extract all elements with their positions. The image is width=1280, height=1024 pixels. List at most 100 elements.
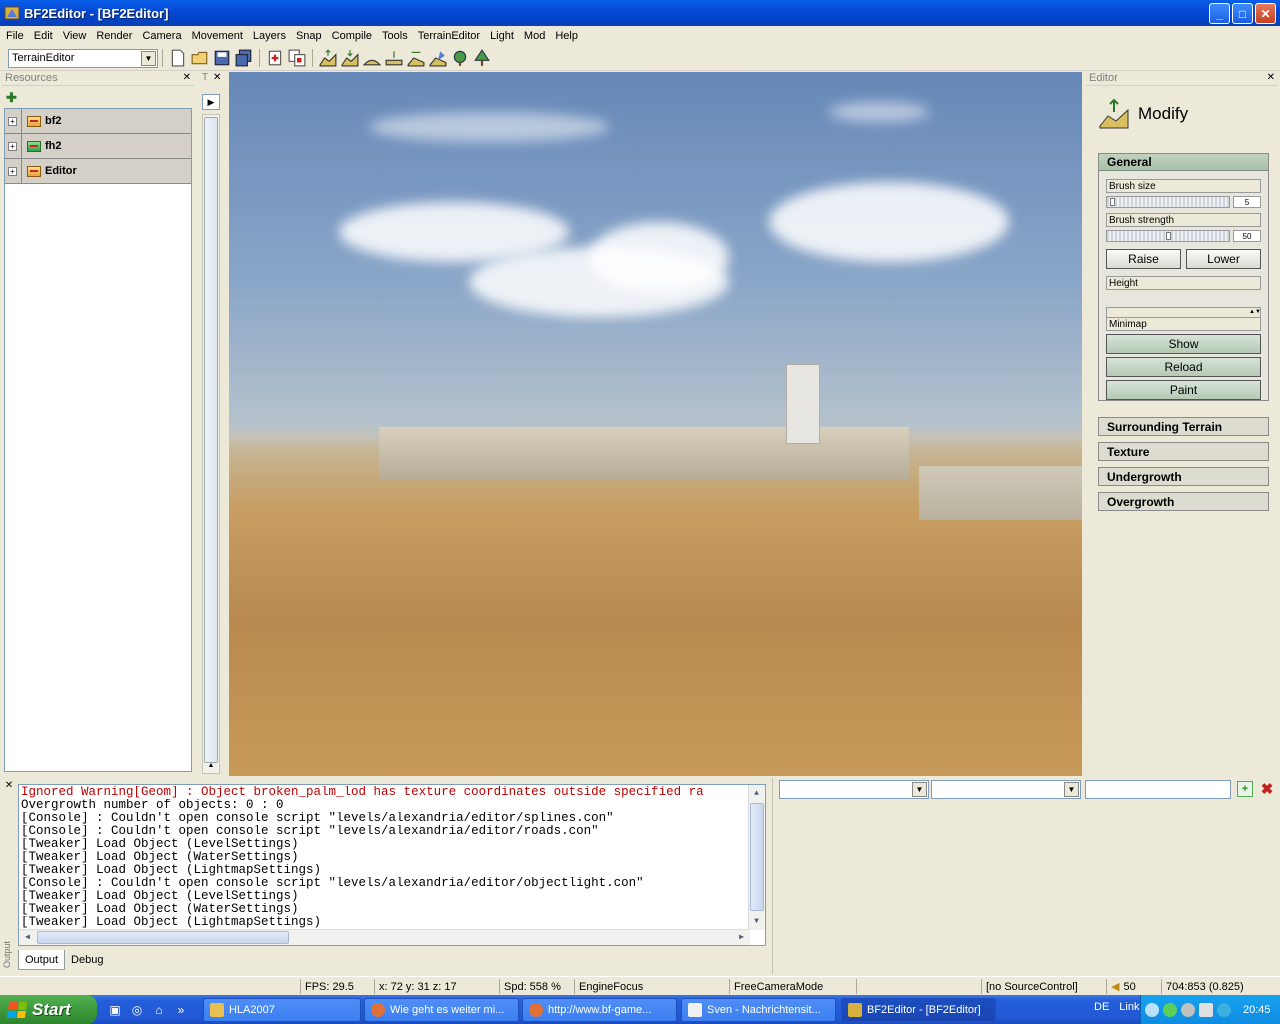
- menu-light[interactable]: Light: [486, 30, 520, 42]
- overgrowth-header[interactable]: Overgrowth: [1099, 493, 1268, 510]
- terrain-paint-icon[interactable]: [429, 49, 447, 67]
- filter-select-2[interactable]: ▼: [931, 780, 1081, 799]
- task-browser-2[interactable]: http://www.bf-game...: [522, 998, 677, 1022]
- minimap-show-button[interactable]: Show: [1106, 334, 1261, 354]
- close-icon[interactable]: ✕: [1267, 72, 1275, 83]
- save-all-icon[interactable]: [235, 49, 253, 67]
- close-icon[interactable]: ✕: [2, 780, 16, 791]
- log-horizontal-scrollbar[interactable]: ◀ ▶: [19, 929, 750, 945]
- browser-icon[interactable]: ◎: [129, 1002, 145, 1018]
- tree-item-editor[interactable]: + Editor: [5, 159, 191, 184]
- restore-button[interactable]: □: [1232, 3, 1253, 24]
- minimap-reload-button[interactable]: Reload: [1106, 357, 1261, 377]
- menu-movement[interactable]: Movement: [188, 30, 249, 42]
- output-log[interactable]: Ignored Warning[Geom] : Object broken_pa…: [18, 784, 766, 946]
- texture-header[interactable]: Texture: [1099, 443, 1268, 460]
- menu-edit[interactable]: Edit: [30, 30, 59, 42]
- expand-icon[interactable]: +: [8, 116, 17, 126]
- tab-debug[interactable]: Debug: [65, 950, 109, 970]
- tray-network-icon[interactable]: [1181, 1002, 1195, 1017]
- surrounding-terrain-header[interactable]: Surrounding Terrain: [1099, 418, 1268, 435]
- brush-strength-slider[interactable]: [1106, 230, 1230, 242]
- scrollbar-thumb[interactable]: [37, 931, 289, 944]
- open-folder-icon[interactable]: [191, 49, 209, 67]
- terrain-set-height-icon[interactable]: [407, 49, 425, 67]
- language-indicator[interactable]: DE: [1094, 1001, 1109, 1013]
- overgrowth-group[interactable]: Overgrowth: [1098, 492, 1269, 511]
- brush-size-slider[interactable]: [1106, 196, 1230, 208]
- menu-compile[interactable]: Compile: [328, 30, 378, 42]
- scroll-up-arrow-icon[interactable]: ▲: [749, 786, 764, 801]
- expand-icon[interactable]: +: [8, 166, 17, 176]
- scroll-right-arrow-icon[interactable]: ▶: [734, 930, 749, 945]
- lower-button[interactable]: Lower: [1186, 249, 1261, 269]
- save-icon[interactable]: [213, 49, 231, 67]
- terrain-smooth-icon[interactable]: [363, 49, 381, 67]
- menu-terraineditor[interactable]: TerrainEditor: [414, 30, 486, 42]
- slider-knob[interactable]: [1110, 198, 1115, 206]
- task-mail[interactable]: Sven - Nachrichtensit...: [681, 998, 836, 1022]
- scrollbar-thumb[interactable]: [204, 117, 218, 763]
- menu-view[interactable]: View: [59, 30, 93, 42]
- filter-input[interactable]: [1085, 780, 1231, 799]
- delete-item-icon[interactable]: ✖: [1259, 781, 1275, 798]
- tree-item-bf2[interactable]: + bf2: [5, 109, 191, 134]
- scroll-down-arrow-icon[interactable]: ▼: [749, 914, 764, 929]
- raise-button[interactable]: Raise: [1106, 249, 1181, 269]
- menu-camera[interactable]: Camera: [138, 30, 187, 42]
- network-icon[interactable]: ⌂: [151, 1002, 167, 1018]
- close-icon[interactable]: ✕: [183, 72, 191, 83]
- expand-icon[interactable]: +: [8, 141, 17, 151]
- task-bf2editor[interactable]: BF2Editor - [BF2Editor]: [841, 998, 996, 1022]
- new-file-icon[interactable]: [169, 49, 187, 67]
- panel-scrollbar[interactable]: ▲: [202, 114, 220, 774]
- menu-file[interactable]: File: [2, 30, 30, 42]
- close-button[interactable]: ✕: [1255, 3, 1276, 24]
- tray-app-icon[interactable]: [1163, 1002, 1177, 1017]
- add-resource-icon[interactable]: ✚: [6, 90, 17, 106]
- tray-monitor-icon[interactable]: [1199, 1002, 1213, 1017]
- menu-tools[interactable]: Tools: [378, 30, 414, 42]
- scroll-up-arrow-icon[interactable]: ▲: [204, 762, 218, 772]
- undergrowth-icon[interactable]: [451, 49, 469, 67]
- filter-select-1[interactable]: ▼: [779, 780, 929, 799]
- texture-group[interactable]: Texture: [1098, 442, 1269, 461]
- menu-mod[interactable]: Mod: [520, 30, 551, 42]
- menu-layers[interactable]: Layers: [249, 30, 292, 42]
- tray-update-icon[interactable]: [1217, 1002, 1231, 1017]
- scroll-left-arrow-icon[interactable]: ◀: [20, 930, 35, 945]
- minimap-paint-button[interactable]: Paint: [1106, 380, 1261, 400]
- tree-item-fh2[interactable]: + fh2: [5, 134, 191, 159]
- brush-size-value[interactable]: 5: [1233, 196, 1261, 208]
- menu-render[interactable]: Render: [92, 30, 138, 42]
- slider-knob[interactable]: [1166, 232, 1171, 240]
- quicklaunch-more-icon[interactable]: »: [173, 1002, 189, 1018]
- expand-panel-button[interactable]: ▶: [202, 94, 220, 110]
- log-vertical-scrollbar[interactable]: ▲ ▼: [748, 785, 765, 930]
- desktop-icon[interactable]: ▣: [107, 1002, 123, 1018]
- terrain-flatten-icon[interactable]: [385, 49, 403, 67]
- general-group-header[interactable]: General: [1099, 154, 1268, 171]
- menu-snap[interactable]: Snap: [292, 30, 328, 42]
- terrain-lower-icon[interactable]: [341, 49, 359, 67]
- brush-strength-value[interactable]: 50: [1233, 230, 1261, 242]
- minimize-button[interactable]: _: [1209, 3, 1230, 24]
- import-icon[interactable]: [266, 49, 284, 67]
- tray-expand-icon[interactable]: [1145, 1002, 1159, 1017]
- chevron-down-icon[interactable]: ▼: [1064, 782, 1079, 797]
- editor-mode-select[interactable]: TerrainEditor ▼: [8, 48, 158, 68]
- close-icon[interactable]: ✕: [213, 72, 221, 83]
- overgrowth-icon[interactable]: [473, 49, 491, 67]
- task-browser-1[interactable]: Wie geht es weiter mi...: [364, 998, 519, 1022]
- undergrowth-group[interactable]: Undergrowth: [1098, 467, 1269, 486]
- terrain-raise-icon[interactable]: [319, 49, 337, 67]
- tab-output[interactable]: Output: [18, 950, 66, 970]
- 3d-viewport[interactable]: [229, 72, 1082, 776]
- copy-icon[interactable]: [288, 49, 306, 67]
- chevron-down-icon[interactable]: ▼: [141, 50, 156, 66]
- surrounding-terrain-group[interactable]: Surrounding Terrain: [1098, 417, 1269, 436]
- task-hla2007[interactable]: HLA2007: [203, 998, 361, 1022]
- scrollbar-thumb[interactable]: [750, 803, 764, 911]
- menu-help[interactable]: Help: [551, 30, 584, 42]
- chevron-down-icon[interactable]: ▼: [912, 782, 927, 797]
